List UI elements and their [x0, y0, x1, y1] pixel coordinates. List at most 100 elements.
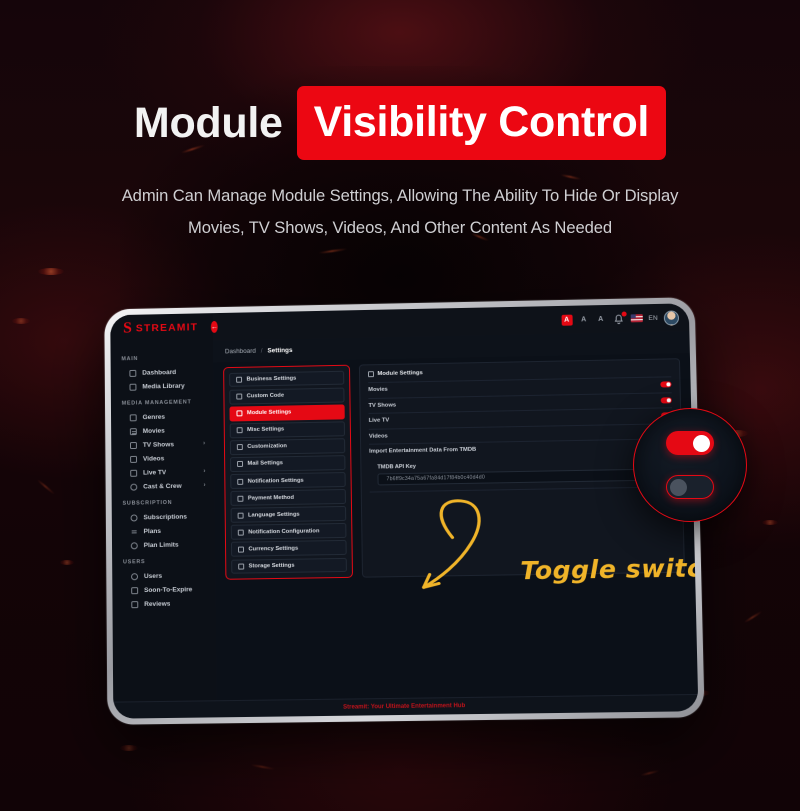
app-sidebar[interactable]: MAIN Dashboard Media Library MEDIA MANAG…: [110, 340, 217, 702]
sidebar-item-label: Genres: [142, 413, 166, 421]
subscriptions-icon: [130, 513, 138, 522]
language-icon: [237, 512, 244, 519]
font-size-medium-button[interactable]: A: [578, 314, 589, 325]
sidebar-item-cast-crew[interactable]: Cast & Crew ›: [112, 478, 215, 494]
chevron-right-icon: ›: [203, 440, 206, 447]
currency-icon: [237, 546, 245, 553]
users-icon: [131, 572, 139, 580]
movies-toggle[interactable]: [660, 381, 672, 388]
settings-item-label: Misc Settings: [247, 426, 285, 434]
us-flag-icon[interactable]: [630, 314, 643, 323]
sidebar-section-users: USERS: [123, 559, 146, 566]
notification-badge: [621, 311, 627, 317]
settings-item-label: Language Settings: [248, 511, 300, 519]
streamit-s-mark-icon: S: [123, 319, 131, 337]
sidebar-item-label: Dashboard: [142, 368, 177, 377]
sidebar-item-label: Plans: [143, 527, 162, 535]
breadcrumb-separator: /: [260, 347, 263, 355]
settings-item-language-settings[interactable]: Language Settings: [230, 506, 347, 523]
settings-item-currency-settings[interactable]: Currency Settings: [230, 540, 347, 557]
movies-icon: [129, 427, 137, 435]
settings-item-label: Notification Settings: [247, 477, 304, 485]
genres-icon: [129, 413, 137, 421]
app-body: MAIN Dashboard Media Library MEDIA MANAG…: [110, 331, 698, 702]
breadcrumb-dashboard[interactable]: Dashboard: [225, 347, 256, 355]
reviews-icon: [131, 600, 139, 608]
magnified-toggle-on[interactable]: [666, 431, 714, 455]
module-icon: [236, 410, 243, 417]
videos-icon: [130, 455, 138, 463]
settings-item-payment-method[interactable]: Payment Method: [230, 489, 346, 506]
chevron-right-icon: ›: [203, 482, 206, 489]
ember-particle: [60, 560, 74, 565]
user-avatar[interactable]: [663, 309, 680, 326]
sidebar-section-main: MAIN: [121, 356, 139, 363]
settings-content-area: Business Settings Custom Code Module Set…: [213, 353, 698, 700]
ember-particle: [38, 268, 64, 275]
font-size-small-button[interactable]: A: [595, 313, 606, 324]
settings-item-label: Currency Settings: [248, 545, 299, 553]
spark-streak: [743, 610, 763, 624]
dashboard-icon: [129, 369, 137, 377]
settings-item-notification-configuration[interactable]: Notification Configuration: [230, 523, 347, 540]
settings-item-custom-code[interactable]: Custom Code: [229, 387, 345, 405]
ember-particle: [120, 745, 138, 751]
sidebar-item-media-library[interactable]: Media Library: [111, 378, 214, 394]
settings-item-misc-settings[interactable]: Misc Settings: [229, 421, 346, 438]
sidebar-collapse-button[interactable]: ←: [210, 320, 218, 333]
sidebar-item-plan-limits[interactable]: Plan Limits: [112, 537, 215, 553]
settings-item-business-settings[interactable]: Business Settings: [229, 370, 345, 388]
brand-name: STREAMIT: [135, 321, 199, 335]
sidebar-item-label: Soon-To-Expire: [144, 585, 193, 594]
settings-item-storage-settings[interactable]: Storage Settings: [231, 557, 347, 574]
settings-item-label: Storage Settings: [248, 562, 295, 570]
spark-streak: [250, 763, 276, 771]
sidebar-item-reviews[interactable]: Reviews: [112, 596, 215, 612]
cast-crew-icon: [130, 483, 138, 491]
module-row-label: Live TV: [368, 417, 390, 425]
panel-divider: [369, 485, 674, 493]
sidebar-item-label: Movies: [142, 427, 165, 435]
soon-to-expire-icon: [131, 586, 139, 594]
settings-item-label: Notification Configuration: [248, 527, 320, 536]
settings-item-label: Payment Method: [247, 494, 295, 502]
language-code-label[interactable]: EN: [648, 314, 658, 321]
chevron-right-icon: ›: [203, 468, 206, 475]
module-row-label: TV Shows: [368, 402, 397, 409]
ember-particle: [762, 520, 778, 525]
app-main-content: Dashboard / Settings Business Settings C…: [212, 331, 698, 701]
module-row-label: Import Entertainment Data From TMDB: [369, 447, 477, 455]
settings-item-customization[interactable]: Customization: [229, 438, 346, 455]
settings-item-module-settings[interactable]: Module Settings: [229, 404, 345, 422]
plans-icon: [131, 528, 138, 535]
module-row-label: Videos: [368, 433, 388, 440]
code-icon: [236, 393, 243, 400]
topbar-actions: A A A EN: [561, 309, 689, 328]
plan-limits-icon: [130, 541, 138, 549]
settings-item-label: Business Settings: [246, 375, 297, 383]
sidebar-item-label: Reviews: [144, 600, 171, 608]
sidebar-item-label: Users: [143, 572, 163, 580]
headline-plain-text: Module: [133, 98, 283, 147]
media-library-icon: [129, 383, 137, 391]
font-size-large-button[interactable]: A: [561, 314, 573, 326]
notification-config-icon: [237, 529, 244, 536]
magnified-toggle-off[interactable]: [666, 475, 714, 499]
payment-icon: [237, 495, 244, 502]
notification-bell-button[interactable]: [612, 311, 627, 325]
sidebar-item-label: Videos: [142, 454, 165, 463]
settings-item-mail-settings[interactable]: Mail Settings: [230, 455, 346, 472]
tablet-device-frame: S STREAMIT ← A A A EN MAIN Dashboard Med…: [104, 297, 705, 725]
settings-item-notification-settings[interactable]: Notification Settings: [230, 472, 346, 489]
tv-shows-icon: [129, 441, 137, 449]
sidebar-item-label: TV Shows: [142, 440, 175, 449]
settings-item-label: Custom Code: [246, 392, 285, 400]
customization-icon: [236, 444, 243, 451]
notification-icon: [237, 478, 244, 485]
module-row-label: Movies: [368, 387, 388, 394]
page-headline: Module Visibility Control: [0, 86, 800, 160]
sidebar-section-subscription: SUBSCRIPTION: [122, 499, 173, 507]
settings-menu-card[interactable]: Business Settings Custom Code Module Set…: [223, 364, 354, 580]
brand-logo[interactable]: S STREAMIT ←: [110, 313, 218, 343]
tv-shows-toggle[interactable]: [660, 397, 672, 404]
